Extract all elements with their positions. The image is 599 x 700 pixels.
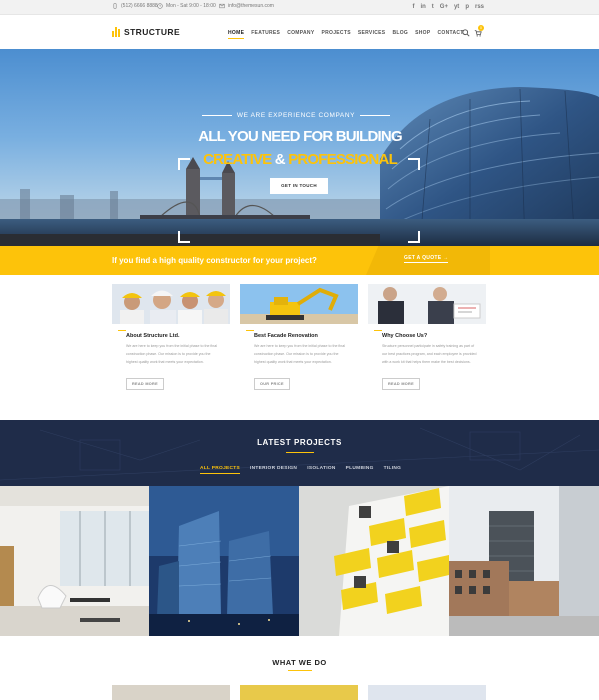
facebook-icon[interactable]: f (412, 3, 414, 11)
mail-icon (219, 3, 225, 9)
nav-shop[interactable]: SHOP (415, 30, 430, 39)
get-a-quote-label: GET A QUOTE (404, 255, 442, 261)
read-more-button[interactable]: READ MORE (382, 378, 420, 390)
logo-bars-icon (112, 27, 120, 37)
nav-home[interactable]: HOME (228, 30, 245, 39)
latest-projects-title: LATEST PROJECTS (257, 438, 342, 447)
feature-image-workers (112, 284, 230, 324)
site-header: STRUCTURE HOME FEATURES COMPANY PROJECTS… (0, 15, 599, 49)
phone-info: (512) 6666 8888 (112, 3, 158, 9)
read-more-button[interactable]: READ MORE (126, 378, 164, 390)
project-filters: ALL PROJECTS INTERIOR DESIGN ISOLATION P… (200, 466, 401, 474)
what-we-do-title: WHAT WE DO (272, 658, 327, 667)
title-underline (288, 670, 312, 671)
feature-card-about: About Structure Ltd. We are here to keep… (112, 284, 230, 404)
filter-tiling[interactable]: TILING (384, 466, 402, 474)
hero-title-professional: PROFESSIONAL (288, 151, 398, 168)
project-tile-yellow-balconies[interactable] (299, 486, 449, 636)
main-nav: HOME FEATURES COMPANY PROJECTS SERVICES … (228, 30, 464, 39)
phone-icon (113, 3, 117, 9)
feature-title: Best Facade Renovation (254, 330, 350, 339)
project-tile-interior[interactable] (0, 486, 149, 636)
blueprint-background-image (0, 427, 599, 481)
get-in-touch-button[interactable]: GET IN TOUCH (270, 178, 328, 194)
twitter-icon[interactable]: t (432, 3, 434, 11)
project-tile-city-buildings[interactable] (449, 486, 599, 636)
cart-count-badge: 0 (478, 25, 484, 31)
phone-number: (512) 6666 8888 (121, 3, 158, 9)
frame-corner-icon (408, 231, 420, 243)
pinterest-icon[interactable]: p (465, 3, 469, 11)
latest-projects-header (0, 420, 599, 486)
filter-isolation[interactable]: ISOLATION (307, 466, 335, 474)
nav-company[interactable]: COMPANY (287, 30, 314, 39)
hero-title-line-1: ALL YOU NEED FOR BUILDING (198, 128, 402, 145)
quote-bar: If you find a high quality constructor f… (0, 246, 599, 275)
service-image-3[interactable] (368, 685, 486, 700)
feature-card-body: About Structure Ltd. We are here to keep… (118, 324, 230, 404)
hero-title-line-2: CREATIVE & PROFESSIONAL (150, 151, 450, 168)
feature-card-body: Why Choose Us? Structure personnel parti… (374, 324, 486, 404)
filter-plumbing[interactable]: PLUMBING (346, 466, 374, 474)
feature-card-body: Best Facade Renovation We are here to ke… (246, 324, 358, 404)
logo-text: STRUCTURE (124, 27, 181, 37)
service-image-2[interactable] (240, 685, 358, 700)
email-address[interactable]: info@themesun.com (228, 3, 274, 9)
feature-card-facade: Best Facade Renovation We are here to ke… (240, 284, 358, 404)
rss-icon[interactable]: rss (475, 3, 484, 11)
hero-title-ampersand: & (271, 151, 289, 168)
title-underline (286, 452, 314, 453)
nav-contact[interactable]: CONTACT (437, 30, 463, 39)
email-info[interactable]: info@themesun.com (219, 3, 274, 9)
google-plus-icon[interactable]: G+ (440, 3, 448, 11)
hours-info: Mon - Sat 9:00 - 18:00 (157, 3, 216, 9)
nav-blog[interactable]: BLOG (392, 30, 408, 39)
get-a-quote-button[interactable]: GET A QUOTE → (404, 255, 449, 263)
feature-description: We are here to keep you from the initial… (254, 344, 346, 364)
clock-icon (157, 3, 163, 9)
feature-description: We are here to keep you from the initial… (126, 344, 218, 364)
opening-hours: Mon - Sat 9:00 - 18:00 (166, 3, 216, 9)
quote-bar-text: If you find a high quality constructor f… (112, 256, 317, 265)
site-logo[interactable]: STRUCTURE (112, 27, 180, 37)
project-tile-glass-towers[interactable] (149, 486, 299, 636)
hero-kicker: WE ARE EXPERIENCE COMPANY (196, 112, 396, 119)
nav-services[interactable]: SERVICES (358, 30, 386, 39)
feature-title: About Structure Ltd. (126, 330, 222, 339)
search-icon[interactable] (462, 29, 470, 37)
filter-all-projects[interactable]: ALL PROJECTS (200, 466, 241, 474)
feature-description: Structure personnel participate in safet… (382, 344, 477, 364)
youtube-icon[interactable]: yt (454, 3, 459, 11)
feature-image-excavator (240, 284, 358, 324)
nav-projects[interactable]: PROJECTS (321, 30, 350, 39)
our-price-button[interactable]: OUR PRICE (254, 378, 290, 390)
hero-title-creative: CREATIVE (203, 151, 272, 168)
service-image-1[interactable] (112, 685, 230, 700)
linkedin-icon[interactable]: in (420, 3, 425, 11)
frame-corner-icon (178, 231, 190, 243)
arrow-right-icon: → (443, 255, 449, 261)
hero-slider (0, 49, 599, 246)
hero-kicker-text: WE ARE EXPERIENCE COMPANY (236, 112, 356, 119)
nav-features[interactable]: FEATURES (251, 30, 280, 39)
hero-cityscape-image (0, 87, 599, 246)
feature-title: Why Choose Us? (382, 330, 478, 339)
social-links: f in t G+ yt p rss (412, 3, 484, 11)
feature-card-why: Why Choose Us? Structure personnel parti… (368, 284, 486, 404)
feature-image-businessmen (368, 284, 486, 324)
top-info-bar: (512) 6666 8888 Mon - Sat 9:00 - 18:00 i… (0, 0, 599, 15)
filter-interior-design[interactable]: INTERIOR DESIGN (250, 466, 297, 474)
project-gallery (0, 486, 599, 636)
